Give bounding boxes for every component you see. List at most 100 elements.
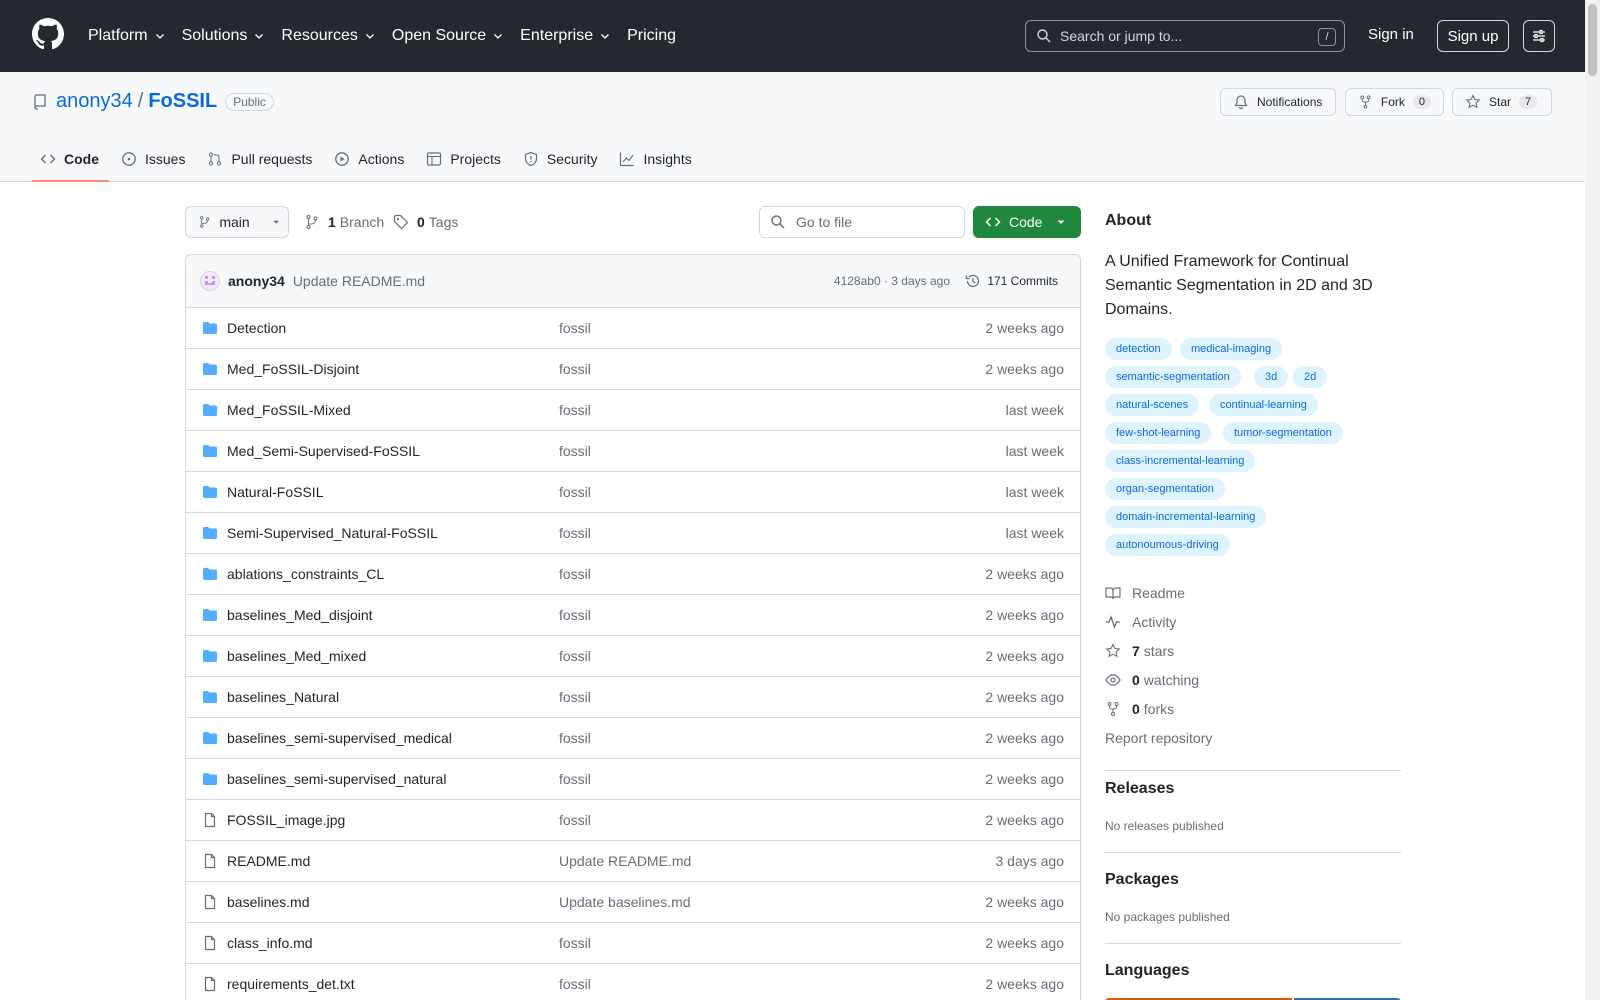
code-dropdown-button[interactable]: Code bbox=[973, 206, 1081, 238]
branches-link[interactable]: 1 Branch bbox=[304, 214, 384, 230]
scrollbar-thumb[interactable] bbox=[1588, 4, 1597, 76]
file-name-link[interactable]: ablations_constraints_CL bbox=[227, 566, 384, 582]
file-commit-message[interactable]: fossil bbox=[559, 689, 591, 705]
file-name-link[interactable]: Med_Semi-Supervised-FoSSIL bbox=[227, 443, 420, 459]
file-name-link[interactable]: baselines_semi-supervised_medical bbox=[227, 730, 452, 746]
file-commit-message[interactable]: fossil bbox=[559, 361, 591, 377]
file-row[interactable]: baselines.md Update baselines.md 2 weeks a… bbox=[186, 882, 1080, 923]
topic-tag[interactable]: medical-imaging bbox=[1180, 338, 1283, 360]
file-row[interactable]: FOSSIL_image.jpg fossil 2 weeks ago bbox=[186, 800, 1080, 841]
sign-in-link[interactable]: Sign in bbox=[1368, 26, 1414, 43]
branch-select-button[interactable]: main bbox=[185, 206, 289, 238]
file-commit-message[interactable]: fossil bbox=[559, 320, 591, 336]
file-name-link[interactable]: baselines_Med_disjoint bbox=[227, 607, 373, 623]
file-row[interactable]: baselines_semi-supervised_medical fossil 2… bbox=[186, 718, 1080, 759]
file-name-link[interactable]: README.md bbox=[227, 853, 310, 869]
topic-tag[interactable]: 2d bbox=[1293, 366, 1328, 388]
settings-menu-button[interactable] bbox=[1523, 20, 1555, 52]
file-row[interactable]: Natural-FoSSIL fossil last week bbox=[186, 472, 1080, 513]
file-commit-message[interactable]: fossil bbox=[559, 648, 591, 664]
page-scrollbar[interactable] bbox=[1585, 0, 1600, 1000]
github-logo-icon[interactable] bbox=[32, 18, 64, 50]
tab-projects[interactable]: Projects bbox=[418, 136, 515, 182]
topic-tag[interactable]: 3d bbox=[1254, 366, 1289, 388]
repo-owner-link[interactable]: anony34 bbox=[56, 90, 133, 113]
file-name-link[interactable]: baselines_Natural bbox=[227, 689, 339, 705]
file-name-link[interactable]: Natural-FoSSIL bbox=[227, 484, 323, 500]
forks-link[interactable]: 0 forks bbox=[1105, 694, 1212, 723]
file-name-link[interactable]: Semi-Supervised_Natural-FoSSIL bbox=[227, 525, 438, 541]
go-to-file-input[interactable]: Go to file bbox=[759, 206, 965, 238]
tab-insights[interactable]: Insights bbox=[611, 136, 705, 182]
file-commit-message[interactable]: fossil bbox=[559, 607, 591, 623]
readme-link[interactable]: Readme bbox=[1105, 578, 1212, 607]
file-row[interactable]: Med_FoSSIL-Disjoint fossil 2 weeks ago bbox=[186, 349, 1080, 390]
fork-button[interactable]: Fork 0 bbox=[1345, 88, 1444, 116]
file-name-link[interactable]: baselines.md bbox=[227, 894, 310, 910]
nav-enterprise[interactable]: Enterprise bbox=[520, 27, 611, 45]
tab-issues[interactable]: Issues bbox=[113, 136, 199, 182]
commits-history-link[interactable]: 171 Commits bbox=[965, 273, 1058, 289]
file-commit-message[interactable]: fossil bbox=[559, 935, 591, 951]
stars-link[interactable]: 7 stars bbox=[1105, 636, 1212, 665]
repo-name-link[interactable]: FoSSIL bbox=[148, 90, 217, 113]
file-commit-message[interactable]: fossil bbox=[559, 812, 591, 828]
file-row[interactable]: Med_Semi-Supervised-FoSSIL fossil last wee… bbox=[186, 431, 1080, 472]
file-row[interactable]: baselines_Med_disjoint fossil 2 weeks ago bbox=[186, 595, 1080, 636]
topic-tag[interactable]: autonoumous-driving bbox=[1105, 534, 1230, 556]
file-commit-message[interactable]: fossil bbox=[559, 771, 591, 787]
topic-tag[interactable]: organ-segmentation bbox=[1105, 478, 1225, 500]
packages-heading[interactable]: Packages bbox=[1105, 871, 1179, 889]
topic-tag[interactable]: detection bbox=[1105, 338, 1172, 360]
tab-code[interactable]: Code bbox=[32, 136, 113, 182]
tab-pull-requests[interactable]: Pull requests bbox=[199, 136, 326, 182]
releases-heading[interactable]: Releases bbox=[1105, 780, 1174, 798]
nav-resources[interactable]: Resources bbox=[281, 27, 375, 45]
star-button[interactable]: Star 7 bbox=[1452, 88, 1552, 116]
file-commit-message[interactable]: fossil bbox=[559, 730, 591, 746]
file-row[interactable]: baselines_Natural fossil 2 weeks ago bbox=[186, 677, 1080, 718]
file-commit-message[interactable]: fossil bbox=[559, 484, 591, 500]
file-row[interactable]: Med_FoSSIL-Mixed fossil last week bbox=[186, 390, 1080, 431]
nav-solutions[interactable]: Solutions bbox=[182, 27, 266, 45]
topic-tag[interactable]: tumor-segmentation bbox=[1223, 422, 1343, 444]
file-name-link[interactable]: Detection bbox=[227, 320, 286, 336]
file-row[interactable]: baselines_Med_mixed fossil 2 weeks ago bbox=[186, 636, 1080, 677]
file-row[interactable]: Detection fossil 2 weeks ago bbox=[186, 308, 1080, 349]
tags-link[interactable]: 0 Tags bbox=[393, 214, 458, 230]
file-row[interactable]: README.md Update README.md 3 days ago bbox=[186, 841, 1080, 882]
search-input[interactable]: Search or jump to... / bbox=[1025, 20, 1345, 52]
tab-security[interactable]: Security bbox=[515, 136, 612, 182]
sign-up-button[interactable]: Sign up bbox=[1437, 20, 1509, 52]
file-commit-message[interactable]: Update baselines.md bbox=[559, 894, 691, 910]
nav-pricing[interactable]: Pricing bbox=[627, 27, 676, 45]
commit-author-link[interactable]: anony34 bbox=[228, 273, 285, 289]
file-name-link[interactable]: baselines_semi-supervised_natural bbox=[227, 771, 446, 787]
file-row[interactable]: ablations_constraints_CL fossil 2 weeks ag… bbox=[186, 554, 1080, 595]
commit-hash-and-date[interactable]: 4128ab0 · 3 days ago bbox=[834, 274, 950, 288]
file-name-link[interactable]: baselines_Med_mixed bbox=[227, 648, 366, 664]
topic-tag[interactable]: semantic-segmentation bbox=[1105, 366, 1241, 388]
file-name-link[interactable]: FOSSIL_image.jpg bbox=[227, 812, 345, 828]
file-commit-message[interactable]: fossil bbox=[559, 566, 591, 582]
topic-tag[interactable]: continual-learning bbox=[1209, 394, 1318, 416]
file-row[interactable]: requirements_det.txt fossil 2 weeks ago bbox=[186, 964, 1080, 1000]
file-commit-message[interactable]: fossil bbox=[559, 525, 591, 541]
topic-tag[interactable]: natural-scenes bbox=[1105, 394, 1200, 416]
file-row[interactable]: class_info.md fossil 2 weeks ago bbox=[186, 923, 1080, 964]
file-commit-message[interactable]: fossil bbox=[559, 443, 591, 459]
tab-actions[interactable]: Actions bbox=[326, 136, 418, 182]
topic-tag[interactable]: class-incremental-learning bbox=[1105, 450, 1256, 472]
nav-open-source[interactable]: Open Source bbox=[392, 27, 504, 45]
file-commit-message[interactable]: fossil bbox=[559, 976, 591, 992]
file-row[interactable]: Semi-Supervised_Natural-FoSSIL fossil last… bbox=[186, 513, 1080, 554]
file-name-link[interactable]: Med_FoSSIL-Disjoint bbox=[227, 361, 359, 377]
nav-platform[interactable]: Platform bbox=[88, 27, 166, 45]
topic-tag[interactable]: few-shot-learning bbox=[1105, 422, 1212, 444]
topic-tag[interactable]: domain-incremental-learning bbox=[1105, 506, 1267, 528]
file-commit-message[interactable]: fossil bbox=[559, 402, 591, 418]
notifications-button[interactable]: Notifications bbox=[1220, 88, 1336, 116]
file-name-link[interactable]: class_info.md bbox=[227, 935, 313, 951]
file-row[interactable]: baselines_semi-supervised_natural fossil 2… bbox=[186, 759, 1080, 800]
watching-link[interactable]: 0 watching bbox=[1105, 665, 1212, 694]
